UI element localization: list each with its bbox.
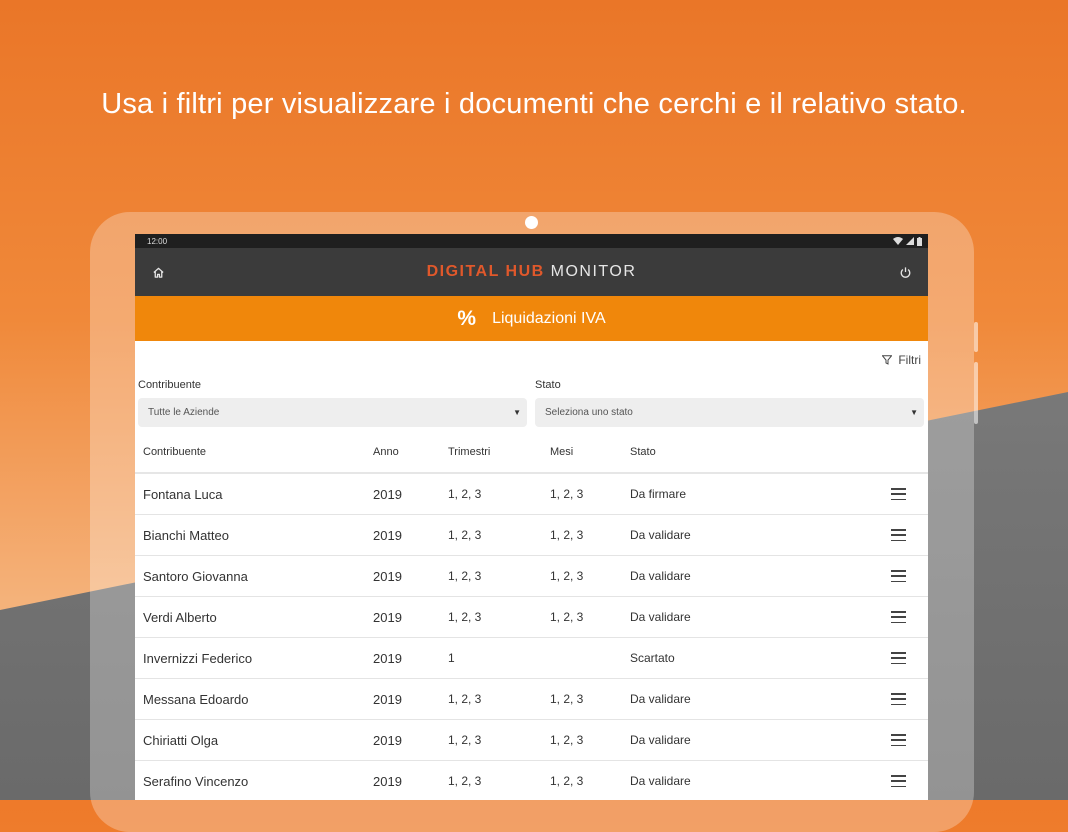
filters-label: Filtri <box>898 353 921 367</box>
home-button[interactable] <box>149 263 167 281</box>
cell-mesi: 1, 2, 3 <box>550 774 584 788</box>
column-header-trimestri[interactable]: Trimestri <box>448 446 550 458</box>
cell-trimestri: 1, 2, 3 <box>448 610 482 624</box>
cell-mesi: 1, 2, 3 <box>550 569 584 583</box>
filter-stato-label: Stato <box>535 379 561 391</box>
cell-stato: Da validare <box>630 733 691 747</box>
cell-contribuente: Chiriatti Olga <box>143 732 219 748</box>
logout-button[interactable] <box>896 263 914 281</box>
tablet-side-button <box>974 322 978 352</box>
filter-grid: Contribuente Tutte le Aziende ▼ Stato Se… <box>135 379 928 427</box>
row-menu-icon[interactable] <box>891 611 906 623</box>
filters-toolbar: Filtri <box>135 341 928 379</box>
cell-mesi: 1, 2, 3 <box>550 528 584 542</box>
cell-contribuente: Fontana Luca <box>143 486 223 502</box>
filter-stato: Stato Seleziona uno stato ▼ <box>535 379 924 427</box>
contribuente-select[interactable]: Tutte le Aziende ▼ <box>138 398 527 427</box>
battery-icon <box>917 236 922 246</box>
filter-icon <box>882 355 893 365</box>
cell-stato: Da validare <box>630 692 691 706</box>
percent-icon: % <box>457 306 477 330</box>
cell-contribuente: Messana Edoardo <box>143 691 249 707</box>
column-header-mesi[interactable]: Mesi <box>550 446 630 458</box>
cell-trimestri: 1, 2, 3 <box>448 569 482 583</box>
row-menu-icon[interactable] <box>891 734 906 746</box>
row-menu-icon[interactable] <box>891 652 906 664</box>
cell-anno: 2019 <box>373 732 402 748</box>
cell-contribuente: Invernizzi Federico <box>143 650 253 666</box>
section-header: % Liquidazioni IVA <box>135 296 928 341</box>
cell-anno: 2019 <box>373 691 402 707</box>
promo-headline: Usa i filtri per visualizzare i document… <box>101 88 967 120</box>
stato-select[interactable]: Seleziona uno stato ▼ <box>535 398 924 427</box>
table-body: Fontana Luca 2019 1, 2, 3 1, 2, 3 Da fir… <box>135 474 928 800</box>
table-header: Contribuente Anno Trimestri Mesi Stato <box>135 432 928 474</box>
cell-trimestri: 1, 2, 3 <box>448 774 482 788</box>
cell-trimestri: 1, 2, 3 <box>448 733 482 747</box>
table-row[interactable]: Verdi Alberto 2019 1, 2, 3 1, 2, 3 Da va… <box>135 597 928 638</box>
cell-mesi: 1, 2, 3 <box>550 487 584 501</box>
row-menu-icon[interactable] <box>891 693 906 705</box>
power-icon <box>900 266 910 278</box>
status-bar: 12:00 <box>135 234 928 248</box>
signal-icon <box>906 237 914 245</box>
app-screen: 12:00 DIGITAL HUB MONITOR % Liquidazioni… <box>135 234 928 800</box>
table-row[interactable]: Fontana Luca 2019 1, 2, 3 1, 2, 3 Da fir… <box>135 474 928 515</box>
cell-trimestri: 1 <box>448 651 455 665</box>
cell-anno: 2019 <box>373 650 402 666</box>
cell-anno: 2019 <box>373 773 402 789</box>
cell-contribuente: Serafino Vincenzo <box>143 773 249 789</box>
cell-anno: 2019 <box>373 527 402 543</box>
column-header-stato[interactable]: Stato <box>630 446 870 458</box>
cell-anno: 2019 <box>373 486 402 502</box>
section-title: Liquidazioni IVA <box>492 309 606 327</box>
row-menu-icon[interactable] <box>891 775 906 787</box>
filters-button[interactable]: Filtri <box>882 353 921 367</box>
cell-contribuente: Bianchi Matteo <box>143 527 229 543</box>
table-row[interactable]: Bianchi Matteo 2019 1, 2, 3 1, 2, 3 Da v… <box>135 515 928 556</box>
cell-contribuente: Santoro Giovanna <box>143 568 248 584</box>
brand-light: MONITOR <box>550 263 637 280</box>
cell-stato: Da firmare <box>630 487 687 501</box>
app-bar: DIGITAL HUB MONITOR <box>135 248 928 296</box>
tablet-camera <box>525 216 538 229</box>
filter-contribuente-label: Contribuente <box>138 379 201 391</box>
cell-stato: Da validare <box>630 569 691 583</box>
column-header-anno[interactable]: Anno <box>373 446 448 458</box>
row-menu-icon[interactable] <box>891 488 906 500</box>
caret-down-icon: ▼ <box>910 408 918 417</box>
stato-select-value: Seleziona uno stato <box>545 407 633 418</box>
cell-stato: Da validare <box>630 528 691 542</box>
cell-anno: 2019 <box>373 609 402 625</box>
home-icon <box>152 267 164 278</box>
table-row[interactable]: Serafino Vincenzo 2019 1, 2, 3 1, 2, 3 D… <box>135 761 928 800</box>
cell-anno: 2019 <box>373 568 402 584</box>
cell-mesi: 1, 2, 3 <box>550 610 584 624</box>
cell-stato: Da validare <box>630 610 691 624</box>
contribuente-select-value: Tutte le Aziende <box>148 407 220 418</box>
tablet-volume-button <box>974 362 978 424</box>
cell-mesi: 1, 2, 3 <box>550 733 584 747</box>
cell-stato: Da validare <box>630 774 691 788</box>
row-menu-icon[interactable] <box>891 529 906 541</box>
column-header-contribuente[interactable]: Contribuente <box>135 446 373 458</box>
filter-contribuente: Contribuente Tutte le Aziende ▼ <box>138 379 527 427</box>
cell-mesi: 1, 2, 3 <box>550 692 584 706</box>
cell-stato: Scartato <box>630 651 675 665</box>
cell-trimestri: 1, 2, 3 <box>448 692 482 706</box>
cell-trimestri: 1, 2, 3 <box>448 528 482 542</box>
wifi-icon <box>893 237 903 245</box>
brand-strong: DIGITAL HUB <box>426 263 545 280</box>
cell-trimestri: 1, 2, 3 <box>448 487 482 501</box>
caret-down-icon: ▼ <box>513 408 521 417</box>
cell-contribuente: Verdi Alberto <box>143 609 217 625</box>
table-row[interactable]: Messana Edoardo 2019 1, 2, 3 1, 2, 3 Da … <box>135 679 928 720</box>
table-row[interactable]: Chiriatti Olga 2019 1, 2, 3 1, 2, 3 Da v… <box>135 720 928 761</box>
table-row[interactable]: Santoro Giovanna 2019 1, 2, 3 1, 2, 3 Da… <box>135 556 928 597</box>
row-menu-icon[interactable] <box>891 570 906 582</box>
app-brand: DIGITAL HUB MONITOR <box>427 263 637 281</box>
status-time: 12:00 <box>147 236 168 246</box>
table-row[interactable]: Invernizzi Federico 2019 1 Scartato <box>135 638 928 679</box>
